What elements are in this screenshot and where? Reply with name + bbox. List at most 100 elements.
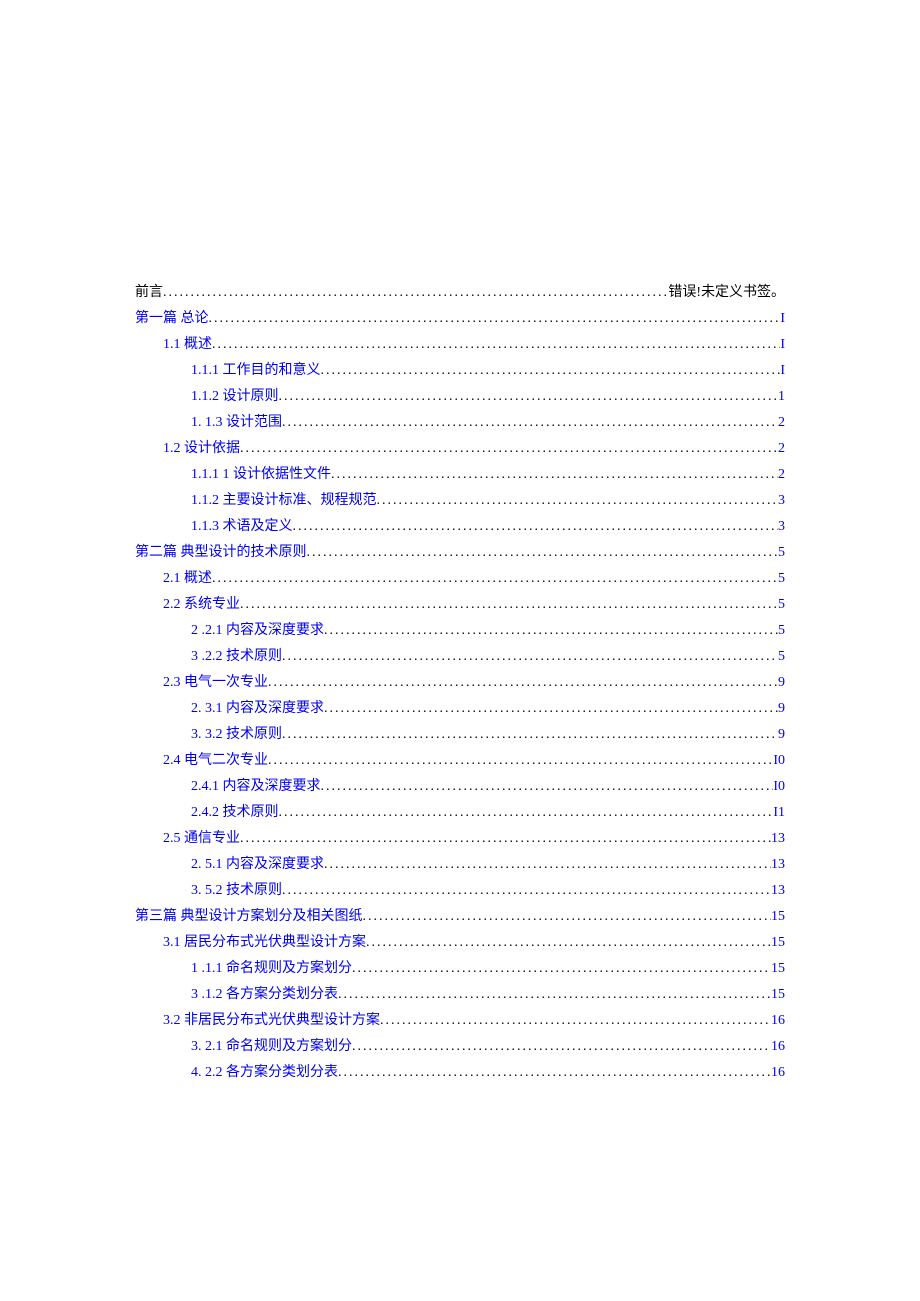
toc-entry-page[interactable]: 5 bbox=[778, 644, 785, 670]
toc-entry-title[interactable]: 3. 3.2 技术原则 bbox=[191, 722, 282, 748]
toc-entry: 前言错误!未定义书签。 bbox=[135, 280, 785, 306]
toc-entry-page[interactable]: 13 bbox=[771, 826, 785, 852]
toc-entry-title[interactable]: 3 .1.2 各方案分类划分表 bbox=[191, 982, 338, 1008]
toc-leader-dots bbox=[366, 930, 771, 956]
toc-leader-dots bbox=[377, 488, 779, 514]
toc-entry: 2.3 电气一次专业 9 bbox=[135, 670, 785, 696]
toc-entry: 1.1.1 工作目的和意义 I bbox=[135, 358, 785, 384]
toc-entry-page[interactable]: 5 bbox=[778, 540, 785, 566]
toc-entry-page[interactable]: I bbox=[780, 332, 785, 358]
toc-entry-page[interactable]: 2 bbox=[778, 436, 785, 462]
toc-entry-title[interactable]: 2 .2.1 内容及深度要求 bbox=[191, 618, 324, 644]
toc-entry-title[interactable]: 1.1.2 主要设计标准、规程规范 bbox=[191, 488, 377, 514]
toc-entry-title[interactable]: 3. 5.2 技术原则 bbox=[191, 878, 282, 904]
toc-entry-page[interactable]: 5 bbox=[778, 618, 785, 644]
toc-entry-page[interactable]: I1 bbox=[773, 800, 785, 826]
toc-entry: 3 .1.2 各方案分类划分表 15 bbox=[135, 982, 785, 1008]
toc-entry-page[interactable]: 15 bbox=[771, 956, 785, 982]
toc-leader-dots bbox=[293, 514, 779, 540]
toc-entry-title[interactable]: 1 .1.1 命名规则及方案划分 bbox=[191, 956, 352, 982]
toc-leader-dots bbox=[380, 1008, 771, 1034]
toc-entry: 1. 1.3 设计范围 2 bbox=[135, 410, 785, 436]
toc-entry-title[interactable]: 3.1 居民分布式光伏典型设计方案 bbox=[163, 930, 366, 956]
toc-entry: 2 .2.1 内容及深度要求 5 bbox=[135, 618, 785, 644]
toc-entry-title[interactable]: 2.4.2 技术原则 bbox=[191, 800, 279, 826]
toc-entry-title[interactable]: 1.1.1 工作目的和意义 bbox=[191, 358, 321, 384]
toc-entry-title[interactable]: 2.5 通信专业 bbox=[163, 826, 240, 852]
toc-entry-page[interactable]: 13 bbox=[771, 852, 785, 878]
toc-leader-dots bbox=[324, 852, 771, 878]
toc-entry: 1.1.3 术语及定义 3 bbox=[135, 514, 785, 540]
toc-entry-page[interactable]: 9 bbox=[778, 670, 785, 696]
toc-entry-page[interactable]: 13 bbox=[771, 878, 785, 904]
toc-entry-page[interactable]: 2 bbox=[778, 462, 785, 488]
toc-leader-dots bbox=[363, 904, 772, 930]
toc-entry: 2.4.2 技术原则 I1 bbox=[135, 800, 785, 826]
toc-leader-dots bbox=[212, 332, 780, 358]
toc-entry-page: 错误!未定义书签。 bbox=[668, 280, 785, 306]
toc-entry-title[interactable]: 2.4 电气二次专业 bbox=[163, 748, 268, 774]
toc-entry-title[interactable]: 1.2 设计依据 bbox=[163, 436, 240, 462]
toc-leader-dots bbox=[324, 618, 778, 644]
toc-entry-title[interactable]: 2.3 电气一次专业 bbox=[163, 670, 268, 696]
toc-entry: 4. 2.2 各方案分类划分表 16 bbox=[135, 1060, 785, 1086]
toc-entry-title[interactable]: 3.2 非居民分布式光伏典型设计方案 bbox=[163, 1008, 380, 1034]
toc-entry-page[interactable]: I bbox=[780, 306, 785, 332]
toc-entry-page[interactable]: 5 bbox=[778, 592, 785, 618]
toc-entry-page[interactable]: 9 bbox=[778, 722, 785, 748]
toc-entry-page[interactable]: I0 bbox=[773, 748, 785, 774]
toc-entry-title[interactable]: 第二篇 典型设计的技术原则 bbox=[135, 540, 307, 566]
toc-entry-title[interactable]: 2. 5.1 内容及深度要求 bbox=[191, 852, 324, 878]
toc-entry-title[interactable]: 第三篇 典型设计方案划分及相关图纸 bbox=[135, 904, 363, 930]
toc-entry-page[interactable]: 9 bbox=[778, 696, 785, 722]
toc-entry-title[interactable]: 1.1.3 术语及定义 bbox=[191, 514, 293, 540]
toc-entry-page[interactable]: 15 bbox=[771, 982, 785, 1008]
toc-leader-dots bbox=[279, 384, 779, 410]
toc-leader-dots bbox=[209, 306, 781, 332]
toc-entry: 3.2 非居民分布式光伏典型设计方案 16 bbox=[135, 1008, 785, 1034]
toc-entry: 1.1.1 1 设计依据性文件 2 bbox=[135, 462, 785, 488]
toc-entry-page[interactable]: 2 bbox=[778, 410, 785, 436]
toc-entry-page[interactable]: 16 bbox=[771, 1008, 785, 1034]
toc-entry: 2.4 电气二次专业 I0 bbox=[135, 748, 785, 774]
toc-entry-title[interactable]: 3 .2.2 技术原则 bbox=[191, 644, 282, 670]
toc-entry-page[interactable]: 1 bbox=[778, 384, 785, 410]
toc-leader-dots bbox=[338, 1060, 771, 1086]
toc-entry-title[interactable]: 2.4.1 内容及深度要求 bbox=[191, 774, 321, 800]
toc-entry: 2.2 系统专业 5 bbox=[135, 592, 785, 618]
toc-entry: 3. 2.1 命名规则及方案划分 16 bbox=[135, 1034, 785, 1060]
toc-leader-dots bbox=[268, 670, 778, 696]
document-page: 前言错误!未定义书签。第一篇 总论I1.1 概述I1.1.1 工作目的和意义I1… bbox=[0, 0, 920, 1301]
toc-entry-title[interactable]: 2. 3.1 内容及深度要求 bbox=[191, 696, 324, 722]
toc-entry-page[interactable]: 16 bbox=[771, 1060, 785, 1086]
toc-entry: 3.1 居民分布式光伏典型设计方案 15 bbox=[135, 930, 785, 956]
toc-leader-dots bbox=[331, 462, 778, 488]
toc-entry: 第一篇 总论 I bbox=[135, 306, 785, 332]
toc-entry: 1.1.2 主要设计标准、规程规范 3 bbox=[135, 488, 785, 514]
toc-entry-title[interactable]: 2.2 系统专业 bbox=[163, 592, 240, 618]
toc-leader-dots bbox=[307, 540, 779, 566]
toc-entry-title[interactable]: 1. 1.3 设计范围 bbox=[191, 410, 282, 436]
toc-entry-page[interactable]: I0 bbox=[773, 774, 785, 800]
toc-leader-dots bbox=[240, 436, 778, 462]
table-of-contents: 前言错误!未定义书签。第一篇 总论I1.1 概述I1.1.1 工作目的和意义I1… bbox=[135, 280, 785, 1086]
toc-entry-title[interactable]: 1.1 概述 bbox=[163, 332, 212, 358]
toc-entry-page[interactable]: 15 bbox=[771, 930, 785, 956]
toc-entry: 1.1.2 设计原则 1 bbox=[135, 384, 785, 410]
toc-entry-title[interactable]: 4. 2.2 各方案分类划分表 bbox=[191, 1060, 338, 1086]
toc-entry-page[interactable]: 5 bbox=[778, 566, 785, 592]
toc-entry-title[interactable]: 1.1.2 设计原则 bbox=[191, 384, 279, 410]
toc-entry-title[interactable]: 第一篇 总论 bbox=[135, 306, 209, 332]
toc-entry-page[interactable]: 3 bbox=[778, 514, 785, 540]
toc-entry-title[interactable]: 1.1.1 1 设计依据性文件 bbox=[191, 462, 331, 488]
toc-entry-title[interactable]: 2.1 概述 bbox=[163, 566, 212, 592]
toc-entry-page[interactable]: I bbox=[780, 358, 785, 384]
toc-entry: 2.5 通信专业 13 bbox=[135, 826, 785, 852]
toc-entry-page[interactable]: 15 bbox=[771, 904, 785, 930]
toc-entry-title[interactable]: 3. 2.1 命名规则及方案划分 bbox=[191, 1034, 352, 1060]
toc-leader-dots bbox=[212, 566, 778, 592]
toc-entry: 2.4.1 内容及深度要求 I0 bbox=[135, 774, 785, 800]
toc-entry-page[interactable]: 16 bbox=[771, 1034, 785, 1060]
toc-leader-dots bbox=[324, 696, 778, 722]
toc-entry-page[interactable]: 3 bbox=[778, 488, 785, 514]
